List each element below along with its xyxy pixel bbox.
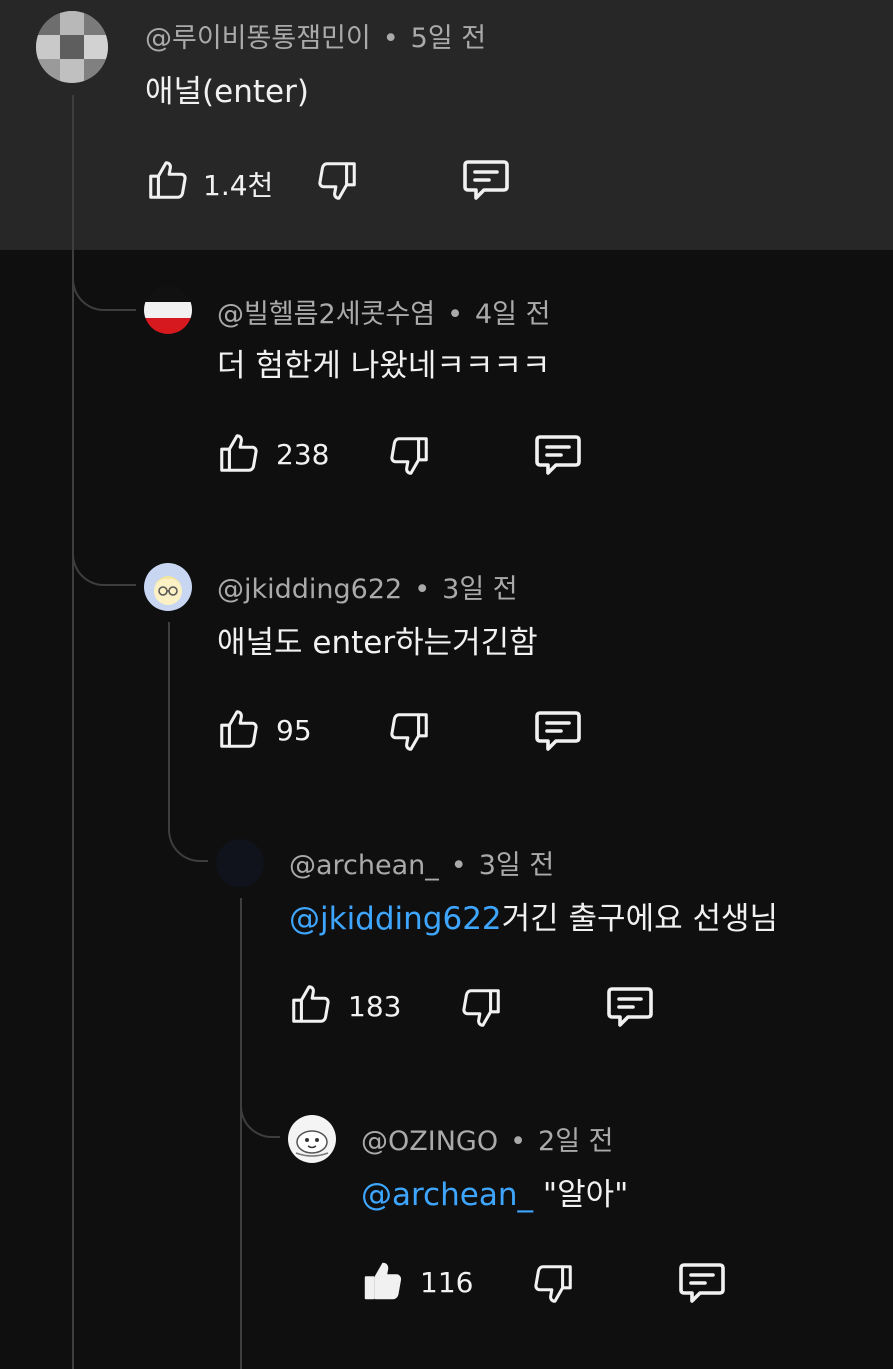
thumbs-up-icon: [220, 710, 258, 748]
reply-comment-icon: [607, 987, 653, 1027]
separator-dot: •: [447, 299, 463, 330]
pixelated-avatar-icon[interactable]: [36, 11, 108, 83]
comment-time[interactable]: 3일 전: [442, 574, 517, 605]
thumbs-up-icon: [149, 161, 187, 199]
author-name[interactable]: @archean_: [289, 850, 439, 881]
separator-dot: •: [450, 850, 467, 881]
reply-comment-icon: [535, 711, 581, 751]
thumbs-down-icon: [534, 1265, 572, 1303]
thumbs-up-icon: [292, 985, 330, 1023]
comment-time[interactable]: 5일 전: [411, 23, 486, 54]
comment-text: 애널(enter): [145, 74, 309, 110]
separator-dot: •: [510, 1126, 527, 1157]
cartoon-avatar-icon[interactable]: [144, 563, 192, 611]
thread-elbow-reply-1: [72, 255, 136, 311]
thumbs-down-icon: [390, 437, 428, 475]
comment-text: 더 험한게 나왔네ㅋㅋㅋㅋ: [217, 348, 551, 384]
like-button[interactable]: [288, 981, 334, 1027]
dislike-button[interactable]: [530, 1261, 576, 1307]
thumbs-up-filled-icon: [364, 1262, 402, 1300]
mention-link[interactable]: @jkidding622: [289, 901, 502, 937]
dislike-button[interactable]: [386, 433, 432, 479]
mascot-avatar-icon[interactable]: [288, 1115, 336, 1163]
thread-elbow-reply-2: [72, 530, 136, 586]
thread-line-level-2: [168, 622, 170, 822]
dislike-button[interactable]: [386, 709, 432, 755]
dislike-button[interactable]: [458, 985, 504, 1031]
comment-meta: @OZINGO • 2일 전: [361, 1119, 613, 1158]
thumbs-down-icon: [462, 989, 500, 1027]
author-name[interactable]: @루이비똥통잼민이: [145, 23, 371, 54]
like-button[interactable]: [145, 157, 191, 203]
thumbs-down-icon: [318, 162, 356, 200]
reply-button[interactable]: [460, 156, 512, 206]
comment-meta: @archean_ • 3일 전: [289, 843, 554, 882]
thumbs-up-icon: [220, 434, 258, 472]
reply-comment-icon: [535, 435, 581, 475]
comment-text-content: "알아": [532, 1177, 629, 1213]
like-button[interactable]: [216, 430, 262, 476]
comment-meta: @루이비똥통잼민이 • 5일 전: [145, 16, 486, 55]
thread-elbow-reply-3: [168, 806, 208, 862]
comment-text: @archean_ "알아": [361, 1169, 628, 1214]
comment-time[interactable]: 4일 전: [475, 299, 550, 330]
comment-text: 애널도 enter하는거긴함: [217, 625, 538, 661]
reply-comment-icon: [463, 160, 509, 200]
mention-link[interactable]: @archean_: [361, 1177, 533, 1213]
like-count: 1.4천: [203, 169, 274, 202]
reply-button[interactable]: [604, 983, 656, 1033]
comment-time[interactable]: 2일 전: [538, 1126, 613, 1157]
reply-comment-icon: [679, 1263, 725, 1303]
thumbs-down-icon: [390, 713, 428, 751]
comment-time[interactable]: 3일 전: [479, 850, 554, 881]
like-count: 95: [276, 714, 312, 747]
comment-meta: @jkidding622 • 3일 전: [217, 567, 518, 606]
like-button[interactable]: [216, 706, 262, 752]
comment-meta: @빌헬름2세콧수염 • 4일 전: [217, 292, 550, 331]
separator-dot: •: [382, 23, 399, 54]
comment-text-content: 거긴 출구에요 선생님: [501, 901, 779, 937]
like-count: 116: [420, 1266, 474, 1299]
reply-button[interactable]: [532, 431, 584, 481]
like-count: 183: [348, 990, 402, 1023]
reply-button[interactable]: [676, 1259, 728, 1309]
author-name[interactable]: @OZINGO: [361, 1126, 498, 1157]
like-count: 238: [276, 438, 330, 471]
separator-dot: •: [414, 574, 431, 605]
author-name[interactable]: @jkidding622: [217, 574, 402, 605]
thread-line-level-3: [240, 898, 242, 1369]
thread-elbow-reply-4: [240, 1080, 280, 1138]
reply-button[interactable]: [532, 707, 584, 757]
comment-text: @jkidding622거긴 출구에요 선생님: [289, 893, 778, 938]
like-button-active[interactable]: [360, 1258, 406, 1304]
author-name[interactable]: @빌헬름2세콧수염: [217, 299, 435, 330]
dislike-button[interactable]: [314, 158, 360, 204]
dark-avatar-icon[interactable]: [216, 839, 264, 887]
flag-avatar-icon[interactable]: [144, 286, 192, 334]
